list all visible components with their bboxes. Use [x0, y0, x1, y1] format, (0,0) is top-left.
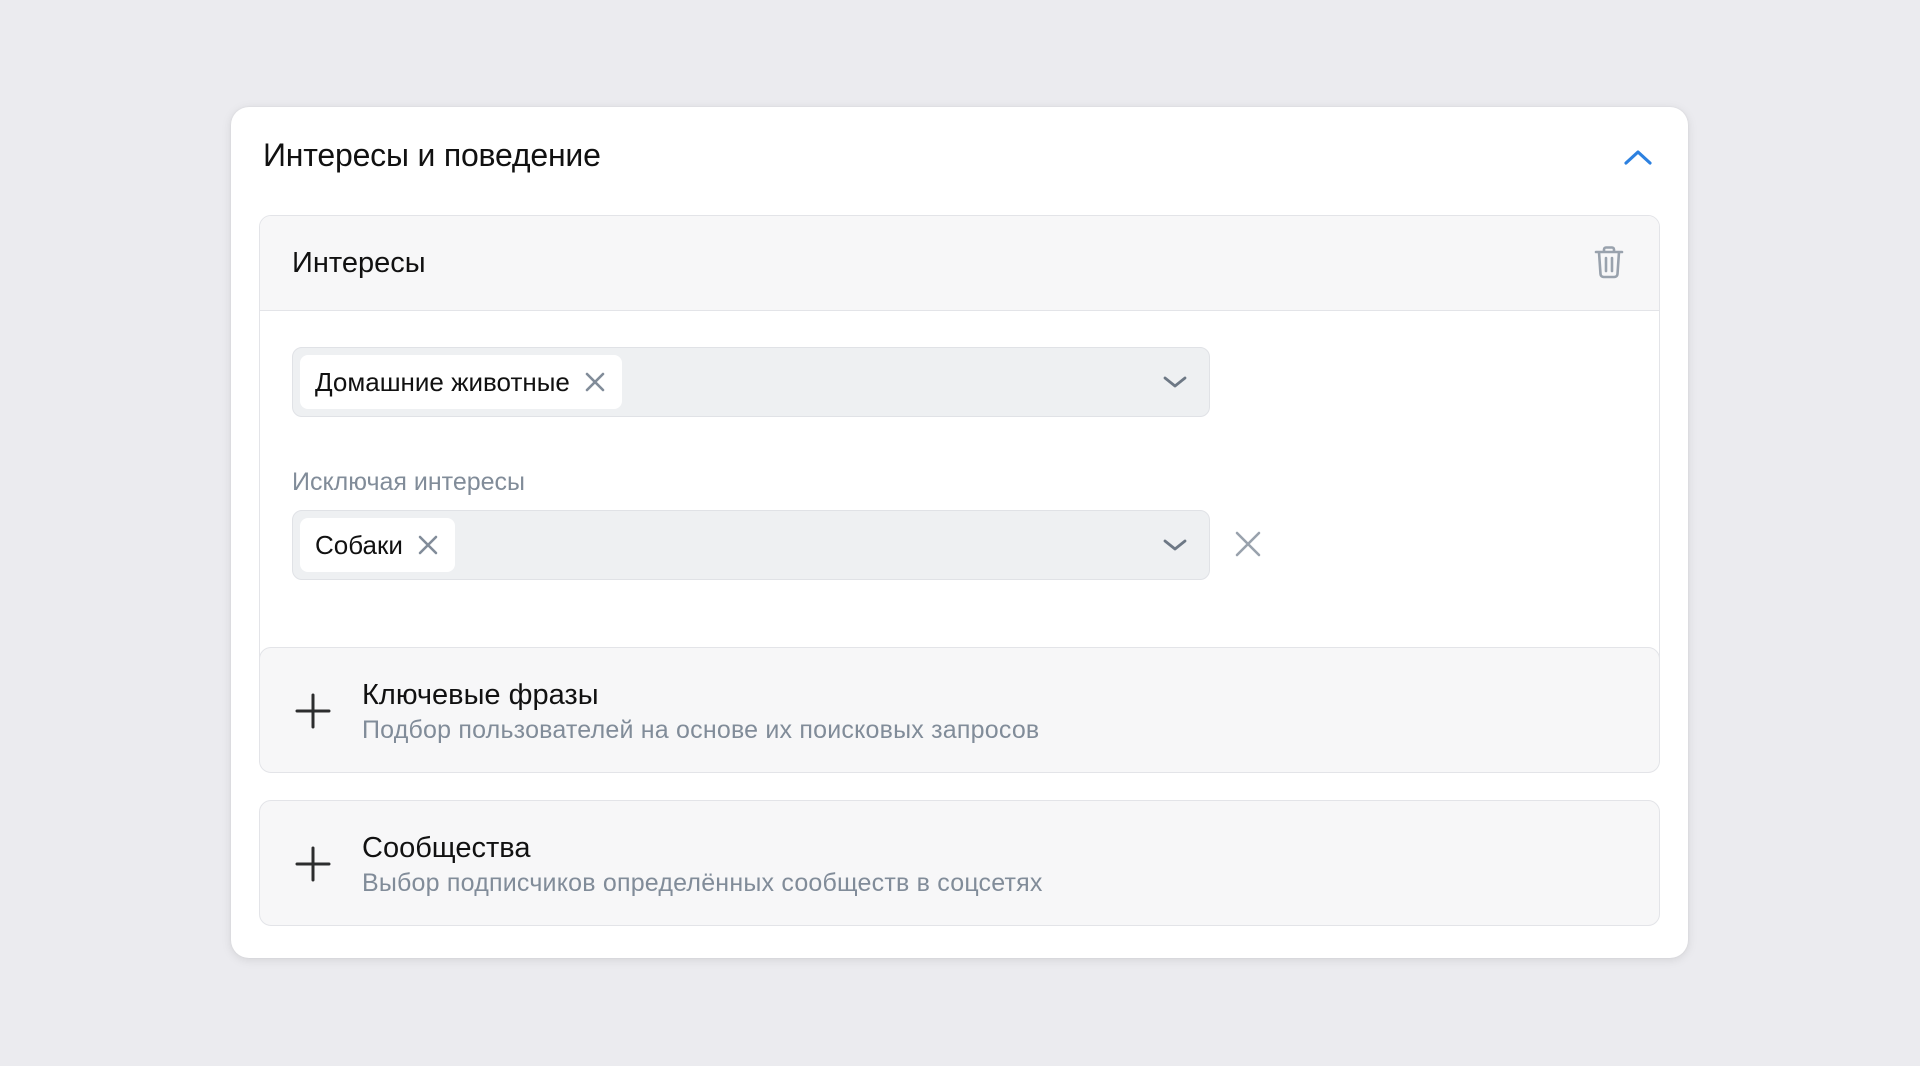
add-communities-section[interactable]: Сообщества Выбор подписчиков определённы… [259, 800, 1660, 926]
keywords-description: Подбор пользователей на основе их поиско… [362, 716, 1040, 744]
excluded-chip-label: Собаки [315, 529, 403, 560]
add-keywords-section[interactable]: Ключевые фразы Подбор пользователей на о… [259, 647, 1660, 773]
interest-chip-label: Домашние животные [315, 366, 570, 397]
chevron-down-icon [1161, 370, 1189, 394]
remove-excluded-chip-button[interactable] [417, 534, 439, 556]
interest-chip: Домашние животные [300, 355, 622, 409]
communities-description: Выбор подписчиков определённых сообществ… [362, 869, 1043, 897]
delete-interests-button[interactable] [1589, 242, 1629, 282]
trash-icon [1594, 246, 1624, 279]
chevron-down-icon [1161, 533, 1189, 557]
interests-select[interactable]: Домашние животные [292, 347, 1210, 417]
keywords-title: Ключевые фразы [362, 679, 599, 711]
panel-title: Интересы и поведение [263, 137, 601, 173]
interests-header: Интересы [260, 216, 1659, 311]
excluded-interest-chip: Собаки [300, 518, 455, 572]
excluded-interests-select[interactable]: Собаки [292, 510, 1210, 580]
close-icon [1235, 531, 1261, 557]
plus-icon [295, 846, 331, 882]
interests-title: Интересы [292, 247, 426, 279]
interests-behavior-panel: Интересы и поведение Интересы Домашние ж… [231, 107, 1688, 958]
remove-chip-button[interactable] [584, 371, 606, 393]
plus-icon [295, 693, 331, 729]
chevron-up-icon [1624, 150, 1652, 165]
collapse-button[interactable] [1616, 135, 1660, 179]
close-icon [585, 372, 605, 392]
communities-title: Сообщества [362, 832, 531, 864]
remove-excluded-field-button[interactable] [1230, 526, 1266, 562]
close-icon [418, 535, 438, 555]
excluded-interests-label: Исключая интересы [292, 468, 526, 496]
